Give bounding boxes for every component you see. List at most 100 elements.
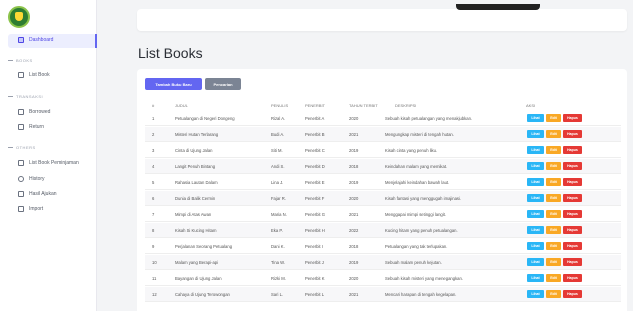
edit-button[interactable]: Edit bbox=[546, 210, 561, 218]
cell-penerbit: Penerbit D bbox=[305, 164, 325, 169]
sidebar-item-hasil-ajukan[interactable]: Hasil Ajukan bbox=[18, 191, 57, 197]
edit-button[interactable]: Edit bbox=[546, 226, 561, 234]
cell-deskripsi: Menggapai mimpi setinggi langit. bbox=[385, 212, 446, 217]
cell-number: 2 bbox=[152, 132, 155, 137]
page-title: List Books bbox=[138, 45, 203, 61]
view-button[interactable]: Lihat bbox=[527, 162, 544, 170]
cell-number: 11 bbox=[152, 276, 157, 281]
edit-button[interactable]: Edit bbox=[546, 130, 561, 138]
cell-tahun: 2021 bbox=[349, 292, 359, 297]
edit-button[interactable]: Edit bbox=[546, 178, 561, 186]
book-icon bbox=[18, 72, 24, 78]
cell-deskripsi: Mengungkap misteri di tengah hutan. bbox=[385, 132, 454, 137]
sidebar-item-label: List Book bbox=[29, 72, 50, 78]
view-button[interactable]: Lihat bbox=[527, 242, 544, 250]
delete-button[interactable]: Hapus bbox=[563, 290, 582, 298]
cell-penerbit: Penerbit J bbox=[305, 260, 324, 265]
cell-number: 6 bbox=[152, 196, 155, 201]
col-header-judul: JUDUL bbox=[175, 103, 188, 108]
view-button[interactable]: Lihat bbox=[527, 210, 544, 218]
delete-button[interactable]: Hapus bbox=[563, 258, 582, 266]
delete-button[interactable]: Hapus bbox=[563, 242, 582, 250]
view-button[interactable]: Lihat bbox=[527, 274, 544, 282]
edit-button[interactable]: Edit bbox=[546, 162, 561, 170]
cell-penulis: Rizki M. bbox=[271, 276, 286, 281]
sidebar: Dashboard BOOKS List Book TRANSAKSI Borr… bbox=[0, 0, 97, 311]
cell-tahun: 2018 bbox=[349, 164, 359, 169]
view-button[interactable]: Lihat bbox=[527, 130, 544, 138]
view-button[interactable]: Lihat bbox=[527, 178, 544, 186]
sidebar-item-list-book-peminjaman[interactable]: List Book Peminjaman bbox=[18, 160, 79, 166]
edit-button[interactable]: Edit bbox=[546, 258, 561, 266]
cell-judul: Cinta di Ujung Jalan bbox=[175, 148, 213, 153]
view-button[interactable]: Lihat bbox=[527, 290, 544, 298]
cell-judul: Rahasia Lautan Dalam bbox=[175, 180, 218, 185]
edit-button[interactable]: Edit bbox=[546, 194, 561, 202]
table-row: 8 Kisah Si Kucing Hitam Eka P. Penerbit H 20… bbox=[145, 223, 621, 238]
sidebar-item-label: Import bbox=[29, 206, 44, 212]
cell-judul: Mimpi di Atas Awan bbox=[175, 212, 212, 217]
sidebar-item-return[interactable]: Return bbox=[18, 124, 44, 130]
cell-tahun: 2022 bbox=[349, 228, 359, 233]
view-button[interactable]: Lihat bbox=[527, 258, 544, 266]
table-row: 12 Cahaya di Ujung Terowongan Sari L. Pener… bbox=[145, 287, 621, 302]
cell-penulis: Rizal A. bbox=[271, 116, 286, 121]
sidebar-item-list-book[interactable]: List Book bbox=[18, 72, 50, 78]
cell-penulis: Maria N. bbox=[271, 212, 287, 217]
cell-number: 12 bbox=[152, 292, 157, 297]
section-label-others: OTHERS bbox=[8, 145, 36, 150]
delete-button[interactable]: Hapus bbox=[563, 162, 582, 170]
add-book-button[interactable]: Tambah Buku Baru bbox=[145, 78, 202, 90]
sidebar-item-history[interactable]: History bbox=[18, 176, 45, 182]
list-icon bbox=[18, 160, 24, 166]
cell-judul: Perjalanan Seorang Petualang bbox=[175, 244, 233, 249]
active-indicator bbox=[95, 34, 97, 48]
cell-judul: Kisah Si Kucing Hitam bbox=[175, 228, 217, 233]
cell-penerbit: Penerbit L bbox=[305, 292, 325, 297]
cell-judul: Cahaya di Ujung Terowongan bbox=[175, 292, 230, 297]
view-button[interactable]: Lihat bbox=[527, 226, 544, 234]
cell-deskripsi: Sebuah kisah misteri yang menegangkan. bbox=[385, 276, 463, 281]
section-label-transaksi: TRANSAKSI bbox=[8, 94, 43, 99]
delete-button[interactable]: Hapus bbox=[563, 274, 582, 282]
view-button[interactable]: Lihat bbox=[527, 194, 544, 202]
delete-button[interactable]: Hapus bbox=[563, 226, 582, 234]
edit-button[interactable]: Edit bbox=[546, 114, 561, 122]
edit-button[interactable]: Edit bbox=[546, 290, 561, 298]
cell-tahun: 2019 bbox=[349, 180, 359, 185]
delete-button[interactable]: Hapus bbox=[563, 130, 582, 138]
sidebar-item-borrowed[interactable]: Borrowed bbox=[18, 109, 50, 115]
cell-penerbit: Penerbit C bbox=[305, 148, 325, 153]
cell-number: 4 bbox=[152, 164, 155, 169]
cell-deskripsi: Petualangan yang tak terlupakan. bbox=[385, 244, 448, 249]
view-button[interactable]: Lihat bbox=[527, 146, 544, 154]
delete-button[interactable]: Hapus bbox=[563, 210, 582, 218]
edit-button[interactable]: Edit bbox=[546, 274, 561, 282]
edit-button[interactable]: Edit bbox=[546, 146, 561, 154]
cell-penulis: Dani K. bbox=[271, 244, 285, 249]
cell-number: 5 bbox=[152, 180, 155, 185]
delete-button[interactable]: Hapus bbox=[563, 194, 582, 202]
table-row: 4 Langit Penuh Bintang Andi S. Penerbit D 20… bbox=[145, 159, 621, 174]
delete-button[interactable]: Hapus bbox=[563, 178, 582, 186]
cell-tahun: 2018 bbox=[349, 244, 359, 249]
cell-number: 1 bbox=[152, 116, 155, 121]
cell-deskripsi: Keindahan malam yang memikat. bbox=[385, 164, 448, 169]
delete-button[interactable]: Hapus bbox=[563, 114, 582, 122]
return-icon bbox=[18, 124, 24, 130]
view-button[interactable]: Lihat bbox=[527, 114, 544, 122]
clock-icon bbox=[18, 176, 24, 182]
cell-number: 7 bbox=[152, 212, 155, 217]
sidebar-item-label: Return bbox=[29, 124, 45, 130]
search-button[interactable]: Pencarian bbox=[205, 78, 241, 90]
cell-deskripsi: Menjelajahi keindahan bawah laut. bbox=[385, 180, 450, 185]
edit-button[interactable]: Edit bbox=[546, 242, 561, 250]
col-header-aksi: AKSI bbox=[526, 103, 536, 108]
cell-tahun: 2020 bbox=[349, 196, 359, 201]
delete-button[interactable]: Hapus bbox=[563, 146, 582, 154]
sidebar-item-import[interactable]: Import bbox=[18, 206, 43, 212]
sidebar-item-dashboard[interactable]: Dashboard bbox=[18, 37, 53, 43]
cell-judul: Petualangan di Negeri Dongeng bbox=[175, 116, 235, 121]
cell-penulis: Budi A. bbox=[271, 132, 285, 137]
cell-tahun: 2021 bbox=[349, 132, 359, 137]
